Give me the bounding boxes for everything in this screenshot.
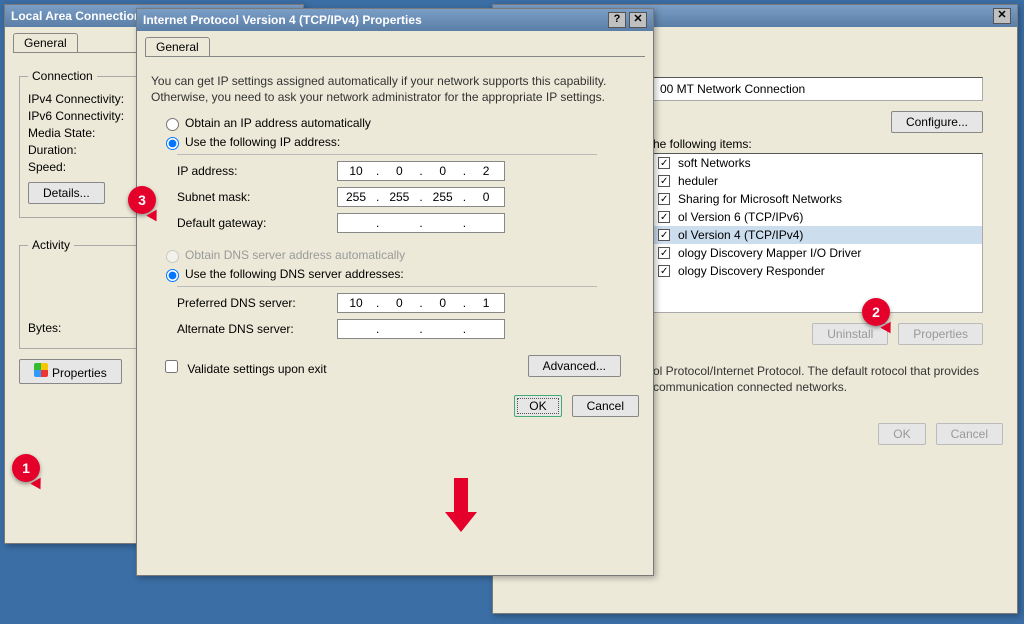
- ok-button[interactable]: OK: [878, 423, 925, 445]
- radio-use-dns[interactable]: [166, 269, 179, 282]
- checkbox-icon[interactable]: [658, 247, 670, 259]
- alternate-dns-field[interactable]: ...: [337, 319, 505, 339]
- ipv4-properties-window: Internet Protocol Version 4 (TCP/IPv4) P…: [136, 8, 654, 576]
- close-icon[interactable]: ✕: [993, 8, 1011, 24]
- list-item[interactable]: ology Discovery Responder: [654, 262, 982, 280]
- radio-use-ip[interactable]: [166, 137, 179, 150]
- ok-button[interactable]: OK: [514, 395, 561, 417]
- label-alt-dns: Alternate DNS server:: [177, 322, 337, 336]
- list-item[interactable]: ol Version 6 (TCP/IPv6): [654, 208, 982, 226]
- label-obtain-ip: Obtain an IP address automatically: [185, 116, 371, 130]
- configure-button[interactable]: Configure...: [891, 111, 983, 133]
- shield-icon: [34, 363, 48, 377]
- advanced-button[interactable]: Advanced...: [528, 355, 621, 377]
- checkbox-icon[interactable]: [658, 265, 670, 277]
- item-description: ol Protocol/Internet Protocol. The defau…: [653, 363, 983, 395]
- subnet-mask-field[interactable]: . . .: [337, 187, 505, 207]
- label-gateway: Default gateway:: [177, 216, 337, 230]
- checkbox-icon[interactable]: [658, 157, 670, 169]
- radio-obtain-dns: [166, 250, 179, 263]
- list-item[interactable]: heduler: [654, 172, 982, 190]
- label-subnet: Subnet mask:: [177, 190, 337, 204]
- tab-general[interactable]: General: [13, 33, 78, 52]
- label-ipv4: IPv4 Connectivity:: [28, 92, 124, 106]
- label-use-dns: Use the following DNS server addresses:: [185, 267, 404, 281]
- intro-text: You can get IP settings assigned automat…: [151, 73, 639, 105]
- arrow-icon: [454, 478, 477, 532]
- help-icon[interactable]: ?: [608, 12, 626, 28]
- details-button[interactable]: Details...: [28, 182, 105, 204]
- label-use-ip: Use the following IP address:: [185, 135, 340, 149]
- checkbox-icon[interactable]: [658, 229, 670, 241]
- list-item[interactable]: ology Discovery Mapper I/O Driver: [654, 244, 982, 262]
- checkbox-icon[interactable]: [658, 193, 670, 205]
- label-duration: Duration:: [28, 143, 77, 157]
- uninstall-button: Uninstall: [812, 323, 888, 345]
- preferred-dns-field[interactable]: . . .: [337, 293, 505, 313]
- label-obtain-dns: Obtain DNS server address automatically: [185, 248, 405, 262]
- ipv4-title: Internet Protocol Version 4 (TCP/IPv4) P…: [143, 13, 605, 27]
- label-speed: Speed:: [28, 160, 66, 174]
- radio-obtain-ip[interactable]: [166, 118, 179, 131]
- validate-checkbox[interactable]: [165, 360, 178, 373]
- items-listbox[interactable]: soft Networks heduler Sharing for Micros…: [653, 153, 983, 313]
- label-ipv6: IPv6 Connectivity:: [28, 109, 124, 123]
- gateway-field[interactable]: ...: [337, 213, 505, 233]
- ipv4-titlebar[interactable]: Internet Protocol Version 4 (TCP/IPv4) P…: [137, 9, 653, 31]
- label-media: Media State:: [28, 126, 95, 140]
- label-ip: IP address:: [177, 164, 337, 178]
- close-icon[interactable]: ✕: [629, 12, 647, 28]
- checkbox-icon[interactable]: [658, 211, 670, 223]
- list-item[interactable]: soft Networks: [654, 154, 982, 172]
- callout-1: 1: [12, 454, 40, 482]
- label-validate: Validate settings upon exit: [187, 362, 326, 376]
- checkbox-icon[interactable]: [658, 175, 670, 187]
- callout-3: 3: [128, 186, 156, 214]
- connect-using-field: 00 MT Network Connection: [653, 77, 983, 101]
- uses-label: he following items:: [653, 137, 1003, 151]
- callout-2: 2: [862, 298, 890, 326]
- list-item-tcpipv4[interactable]: ol Version 4 (TCP/IPv4): [654, 226, 982, 244]
- label-pref-dns: Preferred DNS server:: [177, 296, 337, 310]
- cancel-button[interactable]: Cancel: [936, 423, 1003, 445]
- tab-general[interactable]: General: [145, 37, 210, 56]
- item-properties-button: Properties: [898, 323, 983, 345]
- properties-button[interactable]: Properties: [19, 359, 122, 384]
- list-item[interactable]: Sharing for Microsoft Networks: [654, 190, 982, 208]
- label-bytes: Bytes:: [28, 321, 61, 335]
- ip-address-field[interactable]: . . .: [337, 161, 505, 181]
- cancel-button[interactable]: Cancel: [572, 395, 639, 417]
